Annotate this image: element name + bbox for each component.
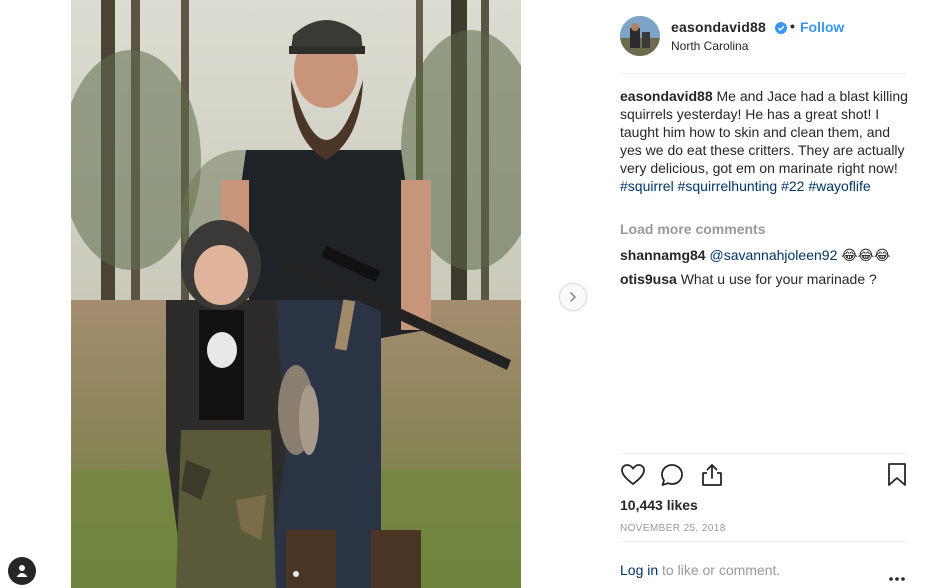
username-link[interactable]: easondavid88 bbox=[671, 19, 766, 35]
comment-username[interactable]: shannamg84 bbox=[620, 247, 706, 263]
comment-text: 😂😂😂 bbox=[841, 247, 891, 263]
photo-illustration bbox=[71, 0, 521, 588]
save-button[interactable] bbox=[886, 462, 908, 493]
comment-username[interactable]: otis9usa bbox=[620, 271, 677, 287]
load-more-comments-button[interactable]: Load more comments bbox=[620, 221, 765, 237]
ellipsis-icon bbox=[889, 577, 905, 581]
comment-item: otis9usa What u use for your marinade ? bbox=[620, 270, 877, 288]
caption: easondavid88 Me and Jace had a blast kil… bbox=[620, 87, 910, 195]
next-photo-button[interactable] bbox=[559, 283, 587, 311]
comment-button[interactable] bbox=[659, 462, 685, 493]
post-date: NOVEMBER 25, 2018 bbox=[620, 523, 726, 534]
carousel-dot bbox=[293, 571, 299, 577]
post-photo[interactable] bbox=[71, 0, 521, 588]
login-prompt: Log in to like or comment. bbox=[620, 562, 780, 578]
comment-text: What u use for your marinade ? bbox=[680, 271, 877, 287]
comment-item: shannamg84 @savannahjoleen92 😂😂😂 bbox=[620, 246, 890, 264]
heart-icon bbox=[621, 464, 645, 486]
header-divider bbox=[620, 73, 907, 74]
login-link[interactable]: Log in bbox=[620, 562, 658, 578]
share-icon bbox=[702, 464, 722, 486]
separator-dot: • bbox=[790, 18, 795, 34]
comment-icon bbox=[661, 464, 683, 486]
action-bar bbox=[620, 462, 907, 490]
login-divider bbox=[620, 541, 907, 542]
post-sidebar: easondavid88 • Follow North Carolina eas… bbox=[620, 0, 910, 588]
post-header: easondavid88 • Follow North Carolina bbox=[620, 16, 907, 58]
profile-button[interactable] bbox=[8, 557, 36, 585]
avatar[interactable] bbox=[620, 16, 660, 56]
carousel-indicator bbox=[71, 564, 521, 582]
like-count[interactable]: 10,443 likes bbox=[620, 497, 698, 513]
actions-divider bbox=[620, 453, 907, 454]
follow-button[interactable]: Follow bbox=[800, 19, 844, 35]
share-button[interactable] bbox=[699, 462, 725, 493]
hashtag-link[interactable]: #squirrel bbox=[620, 178, 674, 194]
hashtag-link[interactable]: #squirrelhunting bbox=[678, 178, 778, 194]
caption-username[interactable]: easondavid88 bbox=[620, 88, 713, 104]
hashtag-link[interactable]: #wayoflife bbox=[808, 178, 870, 194]
avatar-image bbox=[620, 16, 660, 56]
hashtag-link[interactable]: #22 bbox=[781, 178, 804, 194]
like-button[interactable] bbox=[620, 462, 646, 493]
verified-badge-icon bbox=[775, 21, 787, 39]
chevron-right-icon bbox=[570, 292, 577, 302]
more-options-button[interactable] bbox=[888, 569, 906, 587]
user-icon bbox=[16, 565, 28, 577]
login-prompt-text: to like or comment. bbox=[658, 562, 781, 578]
bookmark-icon bbox=[888, 463, 906, 486]
comment-mention[interactable]: @savannahjoleen92 bbox=[709, 247, 837, 263]
location-link[interactable]: North Carolina bbox=[671, 39, 748, 53]
